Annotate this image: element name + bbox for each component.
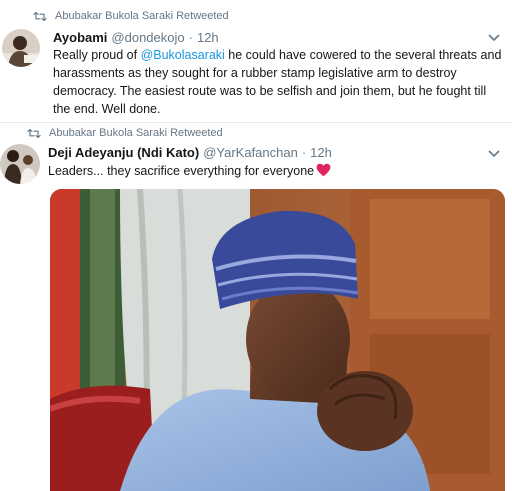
tweet-text: Really proud of @Bukolasaraki he could h… (53, 46, 503, 118)
separator-dot: · (301, 145, 307, 160)
chevron-down-icon[interactable] (488, 150, 500, 158)
user-handle[interactable]: @dondekojo (111, 30, 184, 45)
retweet-context: Abubakar Bukola Saraki Retweeted (27, 127, 223, 139)
chevron-down-icon[interactable] (488, 34, 500, 42)
user-handle[interactable]: @YarKafanchan (203, 145, 298, 160)
separator-dot: · (188, 30, 193, 45)
tweet-header: Ayobami @dondekojo · 12h (53, 30, 219, 45)
avatar[interactable] (0, 144, 40, 184)
mention-link[interactable]: @Bukolasaraki (141, 48, 225, 62)
retweet-context: Abubakar Bukola Saraki Retweeted (33, 10, 229, 22)
tweet-header: Deji Adeyanju (Ndi Kato) @YarKafanchan ·… (48, 145, 332, 160)
heart-icon (316, 163, 331, 177)
timestamp[interactable]: 12h (197, 30, 219, 45)
tweet-text-part: Really proud of (53, 48, 141, 62)
timestamp[interactable]: 12h (310, 145, 332, 160)
avatar[interactable] (2, 29, 40, 67)
retweeted-by-label[interactable]: Abubakar Bukola Saraki Retweeted (55, 10, 229, 22)
display-name[interactable]: Ayobami (53, 30, 107, 45)
tweet-text-part: Leaders... they sacrifice everything for… (48, 164, 315, 178)
retweet-icon (33, 11, 47, 21)
retweet-icon (27, 128, 41, 138)
display-name[interactable]: Deji Adeyanju (Ndi Kato) (48, 145, 199, 160)
tweet-text: Leaders... they sacrifice everything for… (48, 162, 498, 180)
tweet-deji-adeyanju[interactable]: Abubakar Bukola Saraki Retweeted Deji Ad… (0, 123, 512, 491)
tweet-photo[interactable] (50, 189, 505, 491)
tweet-ayobami[interactable]: Abubakar Bukola Saraki Retweeted Ayobami… (0, 0, 512, 123)
retweeted-by-label[interactable]: Abubakar Bukola Saraki Retweeted (49, 127, 223, 139)
